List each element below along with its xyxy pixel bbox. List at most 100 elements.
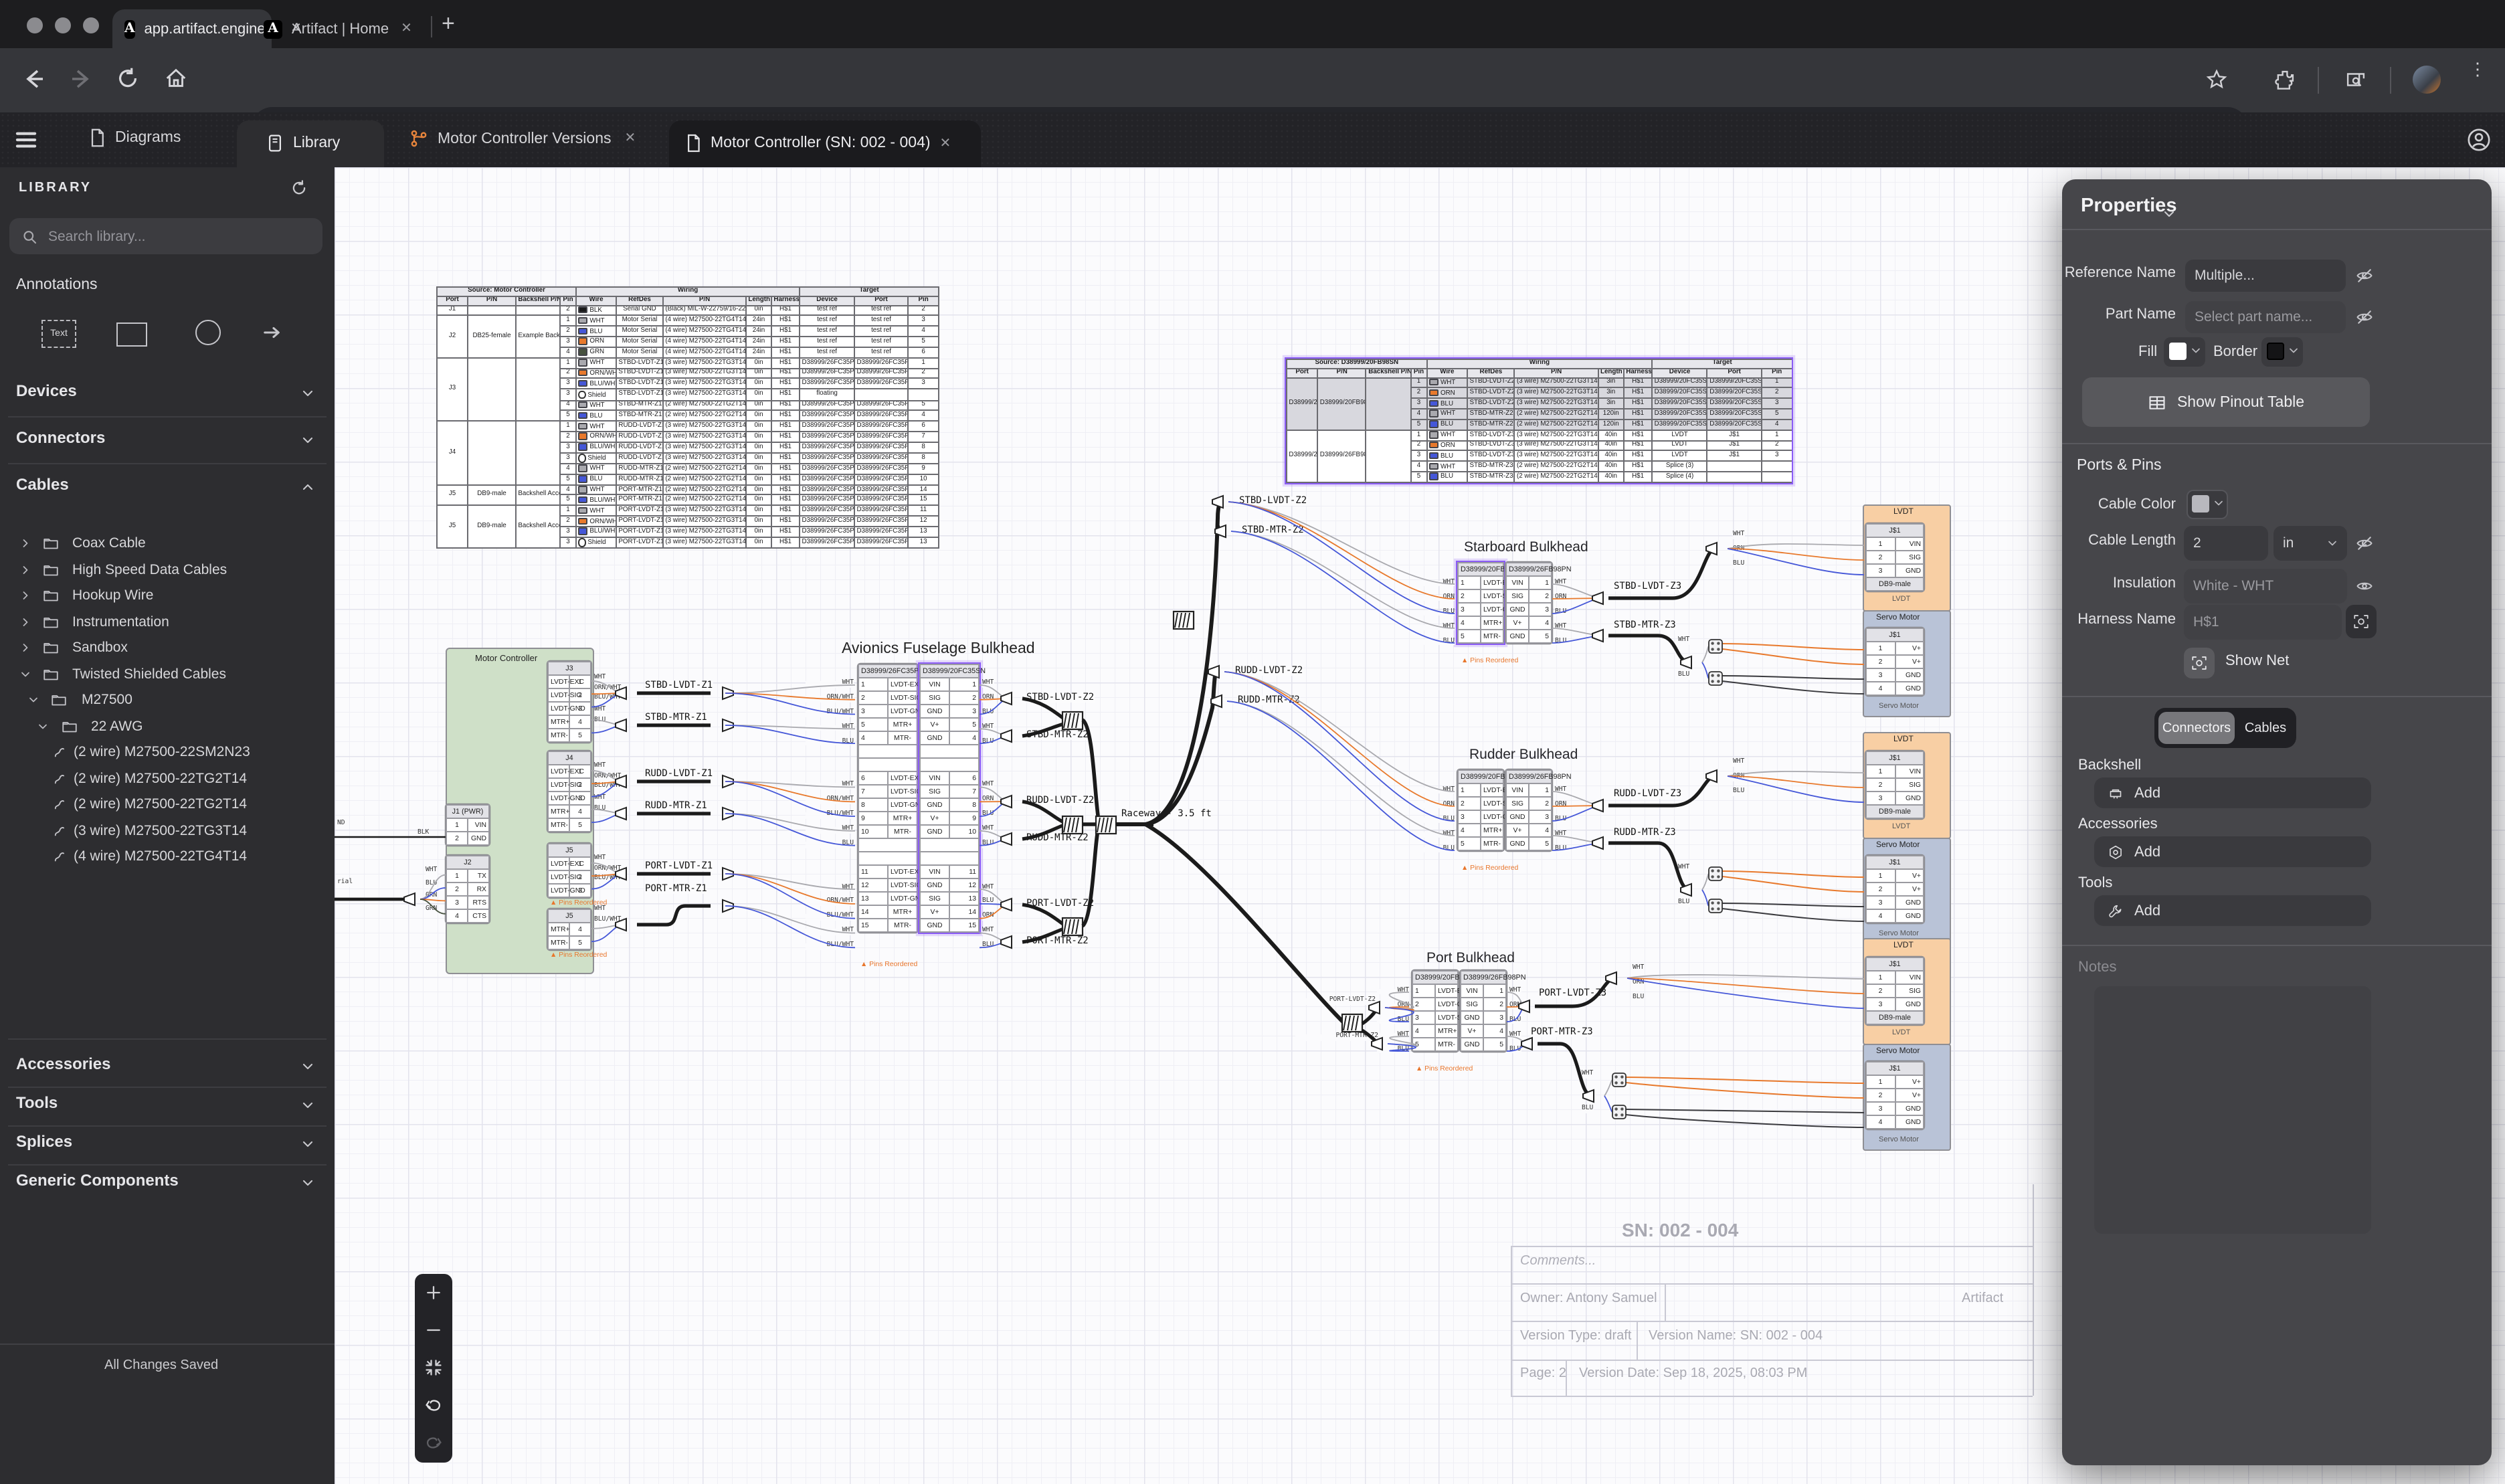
harness-focus-button[interactable] [2346,605,2377,638]
annotation-arrow-tool[interactable] [262,322,282,343]
connector-pin-row[interactable]: SIG7 [920,785,979,798]
chevron-right-icon[interactable] [19,563,32,576]
connector-pin-row[interactable]: 2GND [446,832,489,845]
connector-pin-row[interactable]: LVDT-GND3 [548,792,591,805]
connector-pin-row[interactable]: 2V+ [1866,1089,1924,1102]
cone-label[interactable]: RUDD-LVDT-Z2 [1235,666,1303,676]
connector-pin-row[interactable]: VIN1 [1506,783,1552,797]
tab-search-icon[interactable] [2344,68,2367,91]
undo-button[interactable] [415,1386,452,1424]
annotation-rectangle-tool[interactable] [116,322,147,347]
connector-pin-row[interactable]: VIN1 [1461,984,1506,998]
connector-pin-row[interactable]: LVDT-EXC1 [548,765,591,778]
bulkhead-title[interactable]: Port Bulkhead [1426,950,1515,966]
connector-table[interactable]: J1 (PWR)1VIN2GND [446,804,490,846]
connector-pin-row[interactable]: 2LVDT-SIG [1458,589,1503,603]
sidebar-section-splices[interactable]: Splices [0,1128,335,1160]
connector-pin-row[interactable]: V+4 [1506,616,1552,630]
cable-label[interactable]: PORT-MTR-Z1 [645,885,707,894]
tree-item[interactable]: (4 wire) M27500-22TG4T14 [0,844,335,870]
connector-pin-row[interactable]: 3LVDT-GND [858,705,917,718]
visibility-icon[interactable] [2355,577,2374,595]
connector-header[interactable]: D38999/26FB98PN [1461,971,1506,984]
chevron-right-icon[interactable] [19,641,32,654]
title-block-comments[interactable]: Comments... [1520,1254,1596,1269]
tab-library[interactable]: Library [237,120,384,167]
chevron-down-icon[interactable] [27,693,40,707]
connector-pin-row[interactable]: 6LVDT-EXC [858,771,917,785]
pinout-table[interactable]: Source: D38999/20FB98SNWiringTargetPortP… [1286,359,1792,483]
connector-table[interactable]: D38999/20FB98SN1LVDT-EXC2LVDT-SIG3LVDT-G… [1457,769,1504,851]
connector-table[interactable]: J4LVDT-EXC1LVDT-SIG2LVDT-GND3MTR+4MTR-5 [547,751,591,832]
connector-pin-row[interactable]: MTR+4 [548,715,591,729]
connector-pin-row[interactable]: LVDT-SIG2 [548,870,591,884]
connector-pin-row[interactable]: SIG13 [920,892,979,905]
connector-pin-row[interactable]: V+5 [920,718,979,731]
connector-pin-row[interactable]: LVDT-GND3 [548,702,591,715]
sidebar-section-generic-components[interactable]: Generic Components [0,1167,335,1199]
connector-pin-row[interactable]: GND3 [1461,1011,1506,1024]
connector-pin-row[interactable]: 3GND [1866,668,1924,682]
connector-pin-row[interactable]: 15MTR- [858,919,917,932]
connector-pin-row[interactable]: 4GND [1866,1115,1924,1129]
connector-pin-row[interactable]: LVDT-EXC1 [548,857,591,870]
back-icon[interactable] [21,66,48,92]
chevron-down-icon[interactable] [19,667,32,680]
pinout-row[interactable]: J12BLKSerial GND(Black) MIL-W-22759/16-2… [437,305,939,316]
bulkhead-title[interactable]: Starboard Bulkhead [1464,539,1588,555]
macos-traffic-lights[interactable] [27,17,99,33]
profile-avatar[interactable] [2413,66,2441,94]
connector-pin-row[interactable]: VIN6 [920,771,979,785]
reload-icon[interactable] [115,66,141,91]
tree-item[interactable]: Instrumentation [0,610,335,635]
connector-pin-row[interactable]: GND10 [920,825,979,838]
connector-pin-row[interactable]: GND12 [920,878,979,892]
connector-header[interactable]: D38999/26FC35PN [858,664,917,678]
connector-pin-row[interactable]: 5MTR- [1458,630,1503,643]
chevron-right-icon[interactable] [19,589,32,602]
connector-pin-row[interactable]: V+9 [920,812,979,825]
connector-pin-row[interactable] [858,758,917,771]
zoom-out-button[interactable] [415,1311,452,1349]
connector-pin-row[interactable]: 4GND [1866,909,1924,923]
connector-pin-row[interactable]: 11LVDT-EXC [858,865,917,878]
connector-pin-row[interactable]: 2SIG [1866,551,1924,564]
connector-table[interactable]: D38999/20FB98SN1LVDT-EXC2LVDT-SIG3LVDT-G… [1457,562,1504,644]
annotation-text-tool[interactable]: Text [41,320,76,348]
cone-label[interactable]: STBD-LVDT-Z2 [1239,496,1307,506]
cable-label[interactable]: PORT-LVDT-Z1 [645,862,713,871]
sidebar-section-accessories[interactable]: Accessories [0,1050,335,1083]
cable-label[interactable]: STBD-MTR-Z1 [645,713,707,723]
annotation-circle-tool[interactable] [195,320,221,345]
connector-table[interactable]: J$11VIN2SIG3GNDDB9-male [1865,523,1924,591]
connector-pin-row[interactable]: MTR-5 [548,729,591,742]
connector-pin-row[interactable]: 4MTR+ [1412,1024,1458,1038]
raceway-label[interactable]: Raceway - 3.5 ft [1121,810,1212,819]
visibility-off-icon[interactable] [2355,534,2374,553]
connector-pin-row[interactable]: GND3 [1506,810,1552,824]
chevron-right-icon[interactable] [19,615,32,628]
pinout-row[interactable]: J5DB9-maleBackshell Accessory4WHTPORT-MT… [437,484,939,495]
connector-pin-row[interactable]: 9MTR+ [858,812,917,825]
bookmark-star-icon[interactable] [2205,68,2228,91]
fit-view-button[interactable] [415,1349,452,1386]
cone-label[interactable]: STBD-MTR-Z2 [1026,731,1089,740]
zoom-in-button[interactable] [415,1274,452,1311]
connector-pin-row[interactable]: 1V+ [1866,869,1924,883]
pinout-table-grid[interactable]: Source: D38999/20FB98SNWiringTargetPortP… [1286,359,1793,483]
connector-pin-row[interactable]: 2LVDT-GND [1412,998,1458,1011]
connector-pin-row[interactable]: VIN11 [920,865,979,878]
tree-item[interactable]: Twisted Shielded Cables [0,662,335,687]
connector-header[interactable]: J5 [548,844,591,857]
sidebar-section-connectors[interactable]: Connectors [0,423,335,458]
connector-table[interactable]: J$11V+2V+3GND4GND [1865,855,1924,923]
connector-pin-row[interactable]: 2V+ [1866,883,1924,896]
tree-item[interactable]: (2 wire) M27500-22SM2N23 [0,740,335,765]
connector-pin-row[interactable]: 14MTR+ [858,905,917,919]
connector-table[interactable]: J21TX2RX3RTS4CTS [446,855,490,923]
show-net-button[interactable] [2184,648,2215,678]
connector-pin-row[interactable]: 1V+ [1866,642,1924,655]
pinout-row[interactable]: D38999/26FB98PND38999/26FB98PN1WHTSTBD-L… [1287,430,1792,440]
tree-item[interactable]: (2 wire) M27500-22TG2T14 [0,792,335,818]
connector-pin-row[interactable]: 2LVDT-SIG [1458,797,1503,810]
